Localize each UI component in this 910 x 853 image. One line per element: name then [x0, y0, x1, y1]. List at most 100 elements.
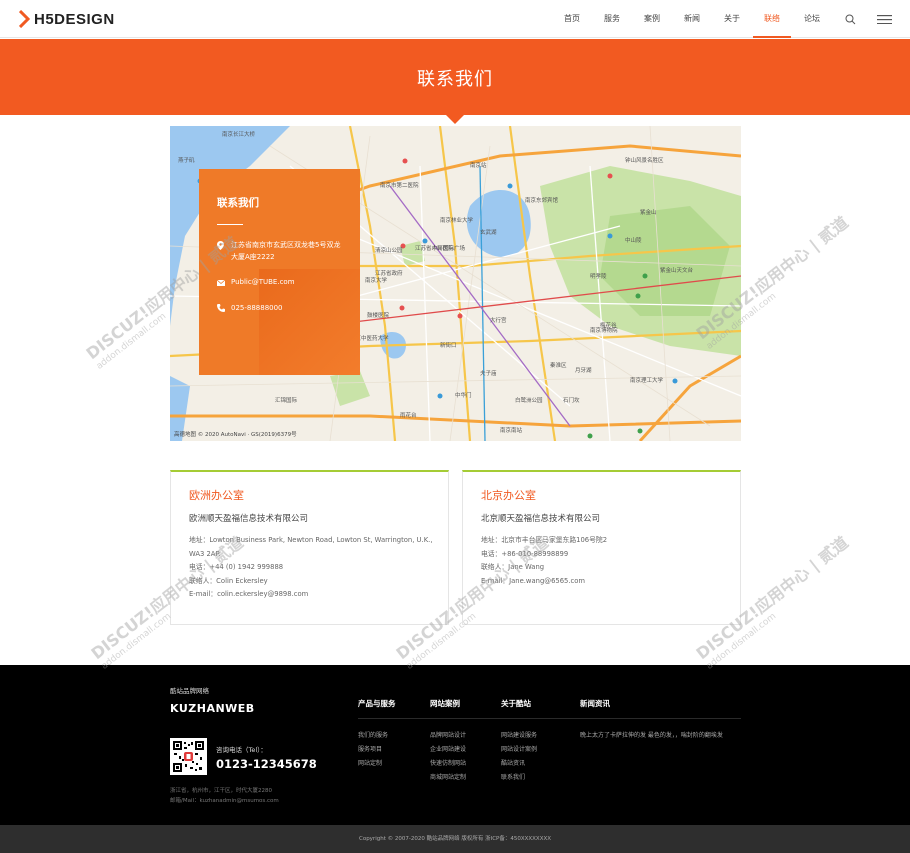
footer-email-line: 邮箱/Mail：kuzhanadmin@msumos.com	[170, 798, 279, 804]
office-title: 欧洲办公室	[189, 489, 244, 502]
footer-address: 浙江省，杭州市，江干区，时代大厦2280 邮箱/Mail：kuzhanadmin…	[170, 786, 279, 806]
map-label: 南京大学	[365, 278, 388, 284]
footer-link[interactable]: 服务项目	[358, 743, 396, 757]
search-icon[interactable]	[838, 0, 862, 38]
footer-link[interactable]: 网站定制	[358, 757, 396, 771]
nav-item-contact[interactable]: 联络	[753, 0, 791, 38]
map-label: 江苏省政府	[375, 271, 403, 277]
office-address: 地址：Lowton Business Park, Newton Road, Lo…	[189, 536, 433, 558]
map-label: 燕子矶	[178, 158, 195, 164]
footer-brand: KUZHANWEB	[170, 702, 255, 715]
page-banner: 联系我们	[0, 39, 910, 115]
footer-tel: 0123-12345678	[216, 757, 317, 771]
map-label: 紫金山	[640, 210, 657, 216]
office-details: 地址：Lowton Business Park, Newton Road, Lo…	[189, 534, 434, 602]
map-label: 钟山风景名胜区	[625, 158, 664, 164]
office-contact: 联络人：Colin Eckersley	[189, 576, 268, 585]
menu-icon[interactable]	[872, 0, 896, 38]
office-company: 北京顺天盈福信息技术有限公司	[481, 514, 601, 524]
page-title: 联系我们	[417, 69, 493, 90]
nav-item-services[interactable]: 服务	[592, 0, 632, 38]
footer-link[interactable]: 商城网站定制	[430, 771, 466, 785]
logo-text: H5DESIGN	[34, 10, 115, 28]
office-details: 地址：北京市丰台区马家堡东路106号院2 电话：+86-010-88998899…	[481, 534, 726, 588]
contact-address: 江苏省南京市玄武区双龙巷5号双龙大厦A座2222	[231, 241, 341, 261]
map-label: 明孝陵	[590, 274, 607, 280]
nav-item-cases[interactable]: 案例	[632, 0, 672, 38]
map-label: 南京长江大桥	[222, 132, 256, 138]
map-label: 南京站	[470, 163, 487, 169]
contact-email[interactable]: Public@TUBE.com	[231, 276, 295, 290]
footer-col-about: 关于酷站 网站建设服务 网站设计案例 酷站资讯 联系我们	[501, 698, 537, 785]
office-address: 地址：北京市丰台区马家堡东路106号院2	[481, 536, 608, 544]
footer-col-news: 新闻资讯 晚上太方了卡萨拉伸的发 最色的发，，喘封阶的翻埃发	[580, 698, 723, 743]
footer-address-line: 浙江省，杭州市，江干区，时代大厦2280	[170, 788, 272, 794]
footer-link[interactable]: 企业网站建设	[430, 743, 466, 757]
map-label: 中环国际广场	[432, 246, 466, 252]
logo[interactable]: H5DESIGN	[19, 9, 115, 29]
map-label: 石门坎	[563, 398, 580, 404]
office-card-europe: 欧洲办公室 欧洲顺天盈福信息技术有限公司 地址：Lowton Business …	[170, 470, 449, 625]
map-label: 玄武湖	[480, 230, 497, 236]
phone-icon	[217, 302, 231, 316]
map-label: 夫子庙	[480, 371, 497, 377]
map-label: 中山陵	[625, 238, 642, 244]
footer-link[interactable]: 酷站资讯	[501, 757, 537, 771]
map-label: 新街口	[440, 343, 457, 349]
office-phone: 电话：+86-010-88998899	[481, 549, 569, 558]
office-contact: 联络人：Jane Wang	[481, 563, 545, 571]
office-company: 欧洲顺天盈福信息技术有限公司	[189, 514, 309, 524]
map-label: 白鹭洲公园	[515, 398, 543, 404]
footer-divider	[358, 718, 741, 719]
footer: 酷站品牌网络 KUZHANWEB 咨询电话（Tel）： 0123-1234567…	[0, 665, 910, 825]
map-label: 清凉山公园	[375, 248, 403, 254]
footer-link[interactable]: 网站设计案例	[501, 743, 537, 757]
map-label: 南京林业大学	[440, 218, 474, 224]
footer-link[interactable]: 品牌网站设计	[430, 729, 466, 743]
footer-link[interactable]: 联系我们	[501, 771, 537, 785]
map-label: 鼓楼医院	[367, 313, 390, 319]
map-label: 梅花谷	[600, 323, 617, 329]
map-label: 南京东郊宾馆	[525, 198, 559, 204]
map-label: 月牙湖	[575, 368, 592, 374]
footer-link[interactable]: 快速仿制网站	[430, 757, 466, 771]
footer-col-title: 关于酷站	[501, 699, 531, 708]
main-nav: 首页 服务 案例 新闻 关于 联络 论坛	[552, 0, 910, 38]
map-label: 秦淮区	[550, 363, 567, 369]
footer-col-title: 新闻资讯	[580, 699, 610, 708]
qr-code	[170, 738, 207, 775]
contact-email-row: Public@TUBE.com	[216, 276, 295, 290]
copyright-bar: Copyright © 2007-2020 酷站品牌网络 版权所有 浙ICP备：…	[0, 825, 910, 853]
footer-col-title: 网站案例	[430, 699, 460, 708]
office-card-beijing: 北京办公室 北京顺天盈福信息技术有限公司 地址：北京市丰台区马家堡东路106号院…	[462, 470, 741, 625]
map-label: 大行宫	[490, 318, 507, 324]
nav-item-home[interactable]: 首页	[552, 0, 592, 38]
contact-card: 联系我们 江苏省南京市玄武区双龙巷5号双龙大厦A座2222 Public@TUB…	[199, 169, 360, 375]
office-phone: 电话：+44 (0) 1942 999888	[189, 563, 284, 571]
footer-link[interactable]: 网站建设服务	[501, 729, 537, 743]
map-label: 中华门	[455, 393, 472, 399]
map-label: 雨花台	[400, 413, 417, 419]
map-label: 南京南站	[500, 428, 523, 434]
footer-tel-label: 咨询电话（Tel）：	[216, 746, 267, 754]
map-label: 南京理工大学	[630, 378, 664, 384]
footer-col-products: 产品与服务 我们的服务 服务项目 网站定制	[358, 698, 396, 771]
office-email: E-mail：colin.eckersley@9898.com	[189, 590, 309, 598]
map-label: 紫金山天文台	[660, 268, 694, 274]
nav-item-forum[interactable]: 论坛	[792, 0, 832, 38]
nav-item-about[interactable]: 关于	[712, 0, 752, 38]
location-pin-icon	[217, 239, 231, 263]
footer-col-cases: 网站案例 品牌网站设计 企业网站建设 快速仿制网站 商城网站定制	[430, 698, 466, 785]
footer-col-title: 产品与服务	[358, 699, 396, 708]
divider	[217, 224, 243, 225]
header: H5DESIGN 首页 服务 案例 新闻 关于 联络 论坛	[0, 0, 910, 38]
contact-phone-row: 025-88888000	[217, 302, 283, 316]
footer-link[interactable]: 我们的服务	[358, 729, 396, 743]
contact-card-title: 联系我们	[217, 197, 259, 209]
map-label: 南京市第二医院	[380, 183, 419, 189]
copyright-text: Copyright © 2007-2020 酷站品牌网络 版权所有 浙ICP备：…	[358, 836, 551, 842]
office-title: 北京办公室	[481, 489, 536, 502]
footer-news-link[interactable]: 晚上太方了卡萨拉伸的发 最色的发，，喘封阶的翻埃发	[580, 729, 723, 743]
logo-mark-icon	[19, 10, 31, 28]
nav-item-news[interactable]: 新闻	[672, 0, 712, 38]
